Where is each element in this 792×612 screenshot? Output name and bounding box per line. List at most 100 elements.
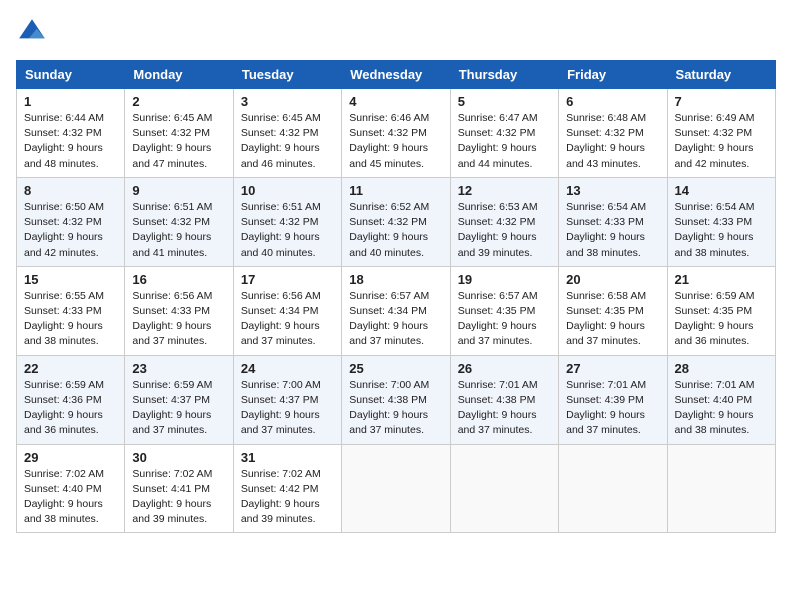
calendar-cell: 5 Sunrise: 6:47 AMSunset: 4:32 PMDaylight… — [450, 89, 558, 178]
day-info: Sunrise: 6:45 AMSunset: 4:32 PMDaylight:… — [132, 111, 225, 172]
day-number: 21 — [675, 272, 768, 287]
day-number: 31 — [241, 450, 334, 465]
calendar-cell: 20 Sunrise: 6:58 AMSunset: 4:35 PMDayligh… — [559, 266, 667, 355]
weekday-header-sunday: Sunday — [17, 61, 125, 89]
calendar-cell — [667, 444, 775, 533]
weekday-header-monday: Monday — [125, 61, 233, 89]
calendar-cell: 2 Sunrise: 6:45 AMSunset: 4:32 PMDaylight… — [125, 89, 233, 178]
calendar-cell: 12 Sunrise: 6:53 AMSunset: 4:32 PMDayligh… — [450, 177, 558, 266]
calendar-week-row: 8 Sunrise: 6:50 AMSunset: 4:32 PMDaylight… — [17, 177, 776, 266]
calendar-cell: 17 Sunrise: 6:56 AMSunset: 4:34 PMDayligh… — [233, 266, 341, 355]
day-info: Sunrise: 6:53 AMSunset: 4:32 PMDaylight:… — [458, 200, 551, 261]
calendar-cell: 4 Sunrise: 6:46 AMSunset: 4:32 PMDaylight… — [342, 89, 450, 178]
calendar-cell: 23Sunrise: 6:59 AMSunset: 4:37 PMDayligh… — [125, 355, 233, 444]
calendar-cell: 8 Sunrise: 6:50 AMSunset: 4:32 PMDaylight… — [17, 177, 125, 266]
calendar-cell — [450, 444, 558, 533]
day-number: 20 — [566, 272, 659, 287]
day-info: Sunrise: 6:51 AMSunset: 4:32 PMDaylight:… — [241, 200, 334, 261]
day-info: Sunrise: 6:54 AMSunset: 4:33 PMDaylight:… — [675, 200, 768, 261]
day-number: 6 — [566, 94, 659, 109]
calendar-week-row: 29 Sunrise: 7:02 AMSunset: 4:40 PMDayligh… — [17, 444, 776, 533]
day-info: Sunrise: 7:02 AMSunset: 4:42 PMDaylight:… — [241, 467, 334, 528]
logo — [16, 16, 52, 48]
day-info: Sunrise: 7:02 AMSunset: 4:41 PMDaylight:… — [132, 467, 225, 528]
calendar-cell: 30 Sunrise: 7:02 AMSunset: 4:41 PMDayligh… — [125, 444, 233, 533]
day-info: Sunrise: 7:01 AMSunset: 4:38 PMDaylight:… — [458, 378, 551, 439]
day-info: Sunrise: 6:49 AMSunset: 4:32 PMDaylight:… — [675, 111, 768, 172]
calendar-week-row: 15 Sunrise: 6:55 AMSunset: 4:33 PMDayligh… — [17, 266, 776, 355]
calendar-table: SundayMondayTuesdayWednesdayThursdayFrid… — [16, 60, 776, 533]
day-info: Sunrise: 6:59 AMSunset: 4:36 PMDaylight:… — [24, 378, 117, 439]
day-number: 23 — [132, 361, 225, 376]
page-header — [16, 16, 776, 48]
day-info: Sunrise: 6:51 AMSunset: 4:32 PMDaylight:… — [132, 200, 225, 261]
weekday-header-wednesday: Wednesday — [342, 61, 450, 89]
day-number: 24 — [241, 361, 334, 376]
day-number: 29 — [24, 450, 117, 465]
day-number: 17 — [241, 272, 334, 287]
day-info: Sunrise: 6:56 AMSunset: 4:34 PMDaylight:… — [241, 289, 334, 350]
calendar-cell: 7 Sunrise: 6:49 AMSunset: 4:32 PMDaylight… — [667, 89, 775, 178]
day-info: Sunrise: 6:55 AMSunset: 4:33 PMDaylight:… — [24, 289, 117, 350]
calendar-week-row: 22 Sunrise: 6:59 AMSunset: 4:36 PMDayligh… — [17, 355, 776, 444]
day-number: 26 — [458, 361, 551, 376]
calendar-cell: 16 Sunrise: 6:56 AMSunset: 4:33 PMDayligh… — [125, 266, 233, 355]
day-number: 18 — [349, 272, 442, 287]
day-number: 11 — [349, 183, 442, 198]
day-info: Sunrise: 7:01 AMSunset: 4:40 PMDaylight:… — [675, 378, 768, 439]
day-info: Sunrise: 6:50 AMSunset: 4:32 PMDaylight:… — [24, 200, 117, 261]
calendar-cell: 28 Sunrise: 7:01 AMSunset: 4:40 PMDayligh… — [667, 355, 775, 444]
calendar-cell: 26 Sunrise: 7:01 AMSunset: 4:38 PMDayligh… — [450, 355, 558, 444]
calendar-cell: 14 Sunrise: 6:54 AMSunset: 4:33 PMDayligh… — [667, 177, 775, 266]
day-info: Sunrise: 7:01 AMSunset: 4:39 PMDaylight:… — [566, 378, 659, 439]
day-number: 5 — [458, 94, 551, 109]
calendar-week-row: 1 Sunrise: 6:44 AMSunset: 4:32 PMDaylight… — [17, 89, 776, 178]
weekday-header-row: SundayMondayTuesdayWednesdayThursdayFrid… — [17, 61, 776, 89]
day-info: Sunrise: 7:00 AMSunset: 4:38 PMDaylight:… — [349, 378, 442, 439]
day-info: Sunrise: 6:57 AMSunset: 4:35 PMDaylight:… — [458, 289, 551, 350]
day-info: Sunrise: 6:59 AMSunset: 4:35 PMDaylight:… — [675, 289, 768, 350]
calendar-cell: 13Sunrise: 6:54 AMSunset: 4:33 PMDayligh… — [559, 177, 667, 266]
day-number: 19 — [458, 272, 551, 287]
day-number: 28 — [675, 361, 768, 376]
day-number: 3 — [241, 94, 334, 109]
weekday-header-tuesday: Tuesday — [233, 61, 341, 89]
day-number: 14 — [675, 183, 768, 198]
day-number: 30 — [132, 450, 225, 465]
day-number: 7 — [675, 94, 768, 109]
calendar-cell: 15 Sunrise: 6:55 AMSunset: 4:33 PMDayligh… — [17, 266, 125, 355]
calendar-cell: 11 Sunrise: 6:52 AMSunset: 4:32 PMDayligh… — [342, 177, 450, 266]
day-info: Sunrise: 6:54 AMSunset: 4:33 PMDaylight:… — [566, 200, 659, 261]
day-number: 2 — [132, 94, 225, 109]
day-info: Sunrise: 6:46 AMSunset: 4:32 PMDaylight:… — [349, 111, 442, 172]
calendar-cell: 21 Sunrise: 6:59 AMSunset: 4:35 PMDayligh… — [667, 266, 775, 355]
day-info: Sunrise: 7:02 AMSunset: 4:40 PMDaylight:… — [24, 467, 117, 528]
day-number: 22 — [24, 361, 117, 376]
weekday-header-friday: Friday — [559, 61, 667, 89]
day-number: 12 — [458, 183, 551, 198]
day-info: Sunrise: 6:56 AMSunset: 4:33 PMDaylight:… — [132, 289, 225, 350]
day-info: Sunrise: 6:57 AMSunset: 4:34 PMDaylight:… — [349, 289, 442, 350]
calendar-cell: 29 Sunrise: 7:02 AMSunset: 4:40 PMDayligh… — [17, 444, 125, 533]
calendar-cell: 22 Sunrise: 6:59 AMSunset: 4:36 PMDayligh… — [17, 355, 125, 444]
calendar-cell: 1 Sunrise: 6:44 AMSunset: 4:32 PMDaylight… — [17, 89, 125, 178]
day-info: Sunrise: 6:52 AMSunset: 4:32 PMDaylight:… — [349, 200, 442, 261]
day-info: Sunrise: 6:48 AMSunset: 4:32 PMDaylight:… — [566, 111, 659, 172]
day-info: Sunrise: 6:44 AMSunset: 4:32 PMDaylight:… — [24, 111, 117, 172]
day-number: 8 — [24, 183, 117, 198]
calendar-cell: 10Sunrise: 6:51 AMSunset: 4:32 PMDayligh… — [233, 177, 341, 266]
calendar-cell: 3 Sunrise: 6:45 AMSunset: 4:32 PMDaylight… — [233, 89, 341, 178]
day-number: 4 — [349, 94, 442, 109]
calendar-cell: 9Sunrise: 6:51 AMSunset: 4:32 PMDaylight… — [125, 177, 233, 266]
day-number: 15 — [24, 272, 117, 287]
day-info: Sunrise: 6:47 AMSunset: 4:32 PMDaylight:… — [458, 111, 551, 172]
day-info: Sunrise: 7:00 AMSunset: 4:37 PMDaylight:… — [241, 378, 334, 439]
calendar-cell — [342, 444, 450, 533]
logo-icon — [16, 16, 48, 48]
day-info: Sunrise: 6:45 AMSunset: 4:32 PMDaylight:… — [241, 111, 334, 172]
day-number: 16 — [132, 272, 225, 287]
calendar-cell: 31 Sunrise: 7:02 AMSunset: 4:42 PMDayligh… — [233, 444, 341, 533]
day-number: 1 — [24, 94, 117, 109]
day-info: Sunrise: 6:58 AMSunset: 4:35 PMDaylight:… — [566, 289, 659, 350]
weekday-header-thursday: Thursday — [450, 61, 558, 89]
